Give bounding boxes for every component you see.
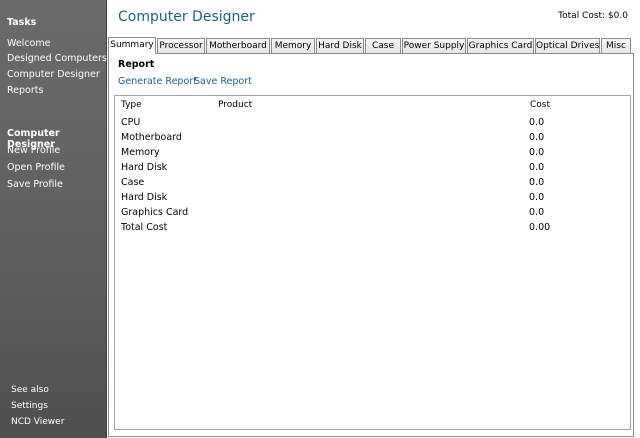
cell-type: Motherboard [121,132,182,143]
cell-cost: 0.0 [529,132,545,143]
see-also-heading: See also [11,385,49,395]
cell-cost: 0.0 [529,162,545,173]
sidebar-item-welcome[interactable]: Welcome [7,38,50,49]
save-report-link[interactable]: Save Report [194,76,252,87]
sidebar-item-designed-computers[interactable]: Designed Computers [7,53,107,64]
cell-type: Case [121,177,145,188]
table-row[interactable]: Hard Disk 0.0 [115,162,630,177]
table-row[interactable]: Case 0.0 [115,177,630,192]
table-row[interactable]: Memory 0.0 [115,147,630,162]
sidebar-item-new-profile[interactable]: New Profile [7,145,60,156]
sidebar-item-ncd-viewer[interactable]: NCD Viewer [11,417,64,427]
sidebar-item-reports[interactable]: Reports [7,85,43,96]
table-row[interactable]: Total Cost 0.00 [115,222,630,237]
tab-memory[interactable]: Memory [271,38,315,53]
table-row[interactable]: Motherboard 0.0 [115,132,630,147]
tab-case[interactable]: Case [365,38,401,53]
total-cost-label: Total Cost: $0.0 [558,11,628,21]
cell-type: Hard Disk [121,162,168,173]
tab-strip: Summary Processor Motherboard Memory Har… [108,37,632,54]
table-row[interactable]: Hard Disk 0.0 [115,192,630,207]
table-row[interactable]: Graphics Card 0.0 [115,207,630,222]
tab-graphics-card[interactable]: Graphics Card [467,38,534,53]
tab-summary[interactable]: Summary [108,37,156,54]
sidebar-item-save-profile[interactable]: Save Profile [7,179,63,190]
tab-optical-drives[interactable]: Optical Drives [535,38,600,53]
column-header-product[interactable]: Product [218,100,252,110]
tab-misc[interactable]: Misc [601,38,631,53]
tab-power-supply[interactable]: Power Supply [402,38,466,53]
tab-motherboard[interactable]: Motherboard [206,38,270,53]
cell-cost: 0.0 [529,147,545,158]
cell-cost: 0.0 [529,207,545,218]
cell-cost: 0.0 [529,177,545,188]
column-header-type[interactable]: Type [121,100,142,110]
cell-type: Memory [121,147,160,158]
sidebar: Tasks Welcome Designed Computers Compute… [0,0,107,438]
cell-cost: 0.0 [529,192,545,203]
cell-type: Hard Disk [121,192,168,203]
tab-processor[interactable]: Processor [157,38,205,53]
cell-cost: 0.0 [529,117,545,128]
table-header: Type Product Cost [115,96,630,114]
cell-type: Graphics Card [121,207,189,218]
tab-hard-disk[interactable]: Hard Disk [316,38,364,53]
sidebar-item-open-profile[interactable]: Open Profile [7,162,65,173]
tasks-heading: Tasks [7,17,37,28]
cell-type: CPU [121,117,141,128]
sidebar-item-settings[interactable]: Settings [11,401,48,411]
column-header-cost[interactable]: Cost [530,100,550,110]
report-heading: Report [118,59,155,70]
table-row[interactable]: CPU 0.0 [115,117,630,132]
page-title: Computer Designer [118,9,255,25]
report-table[interactable]: Type Product Cost CPU 0.0 Motherboard 0.… [114,95,631,430]
cell-cost: 0.00 [529,222,551,233]
sidebar-item-computer-designer[interactable]: Computer Designer [7,69,100,80]
cell-type: Total Cost [121,222,168,233]
generate-report-link[interactable]: Generate Report [118,76,197,87]
